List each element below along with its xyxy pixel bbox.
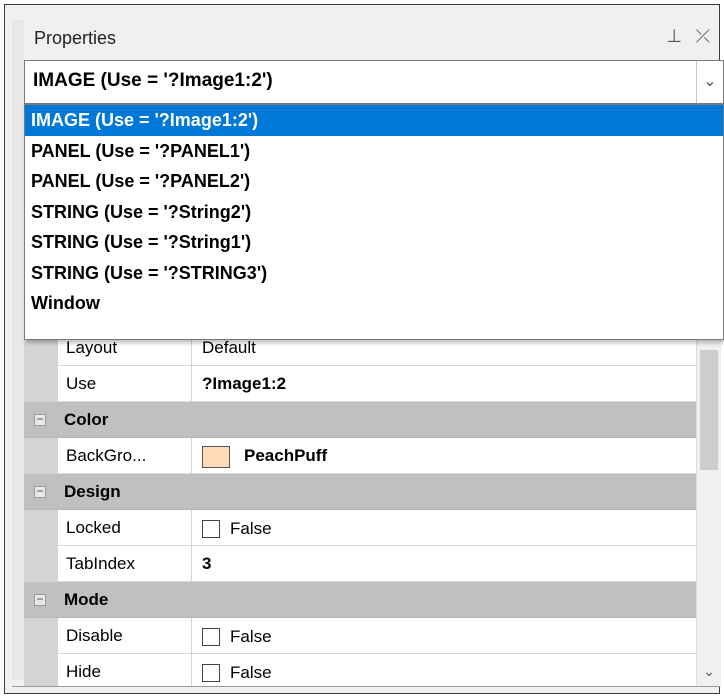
category-row-mode[interactable]: − Mode xyxy=(24,582,696,618)
category-label: Mode xyxy=(64,590,109,609)
property-value[interactable]: ?Image1:2 xyxy=(192,366,696,402)
property-name: Disable xyxy=(58,618,192,654)
property-value[interactable]: PeachPuff xyxy=(192,438,696,474)
row-gutter xyxy=(24,510,58,546)
property-name: Hide xyxy=(58,654,192,686)
row-gutter xyxy=(24,366,58,402)
color-value-label: PeachPuff xyxy=(244,446,328,465)
checkbox[interactable] xyxy=(202,519,220,538)
collapse-icon[interactable]: − xyxy=(34,413,46,426)
category-label: Color xyxy=(64,410,109,429)
row-gutter xyxy=(24,654,58,686)
property-name: Locked xyxy=(58,510,192,546)
scrollbar-thumb[interactable] xyxy=(700,350,718,470)
category-row-design[interactable]: − Design xyxy=(24,474,696,510)
dropdown-option[interactable]: STRING (Use = '?String2') xyxy=(25,197,723,228)
checkbox-value-label: False xyxy=(230,519,272,539)
object-selector-dropdown: IMAGE (Use = '?Image1:2') PANEL (Use = '?… xyxy=(24,104,724,340)
property-value[interactable]: 3 xyxy=(192,546,696,582)
property-name: Use xyxy=(58,366,192,402)
dropdown-option[interactable]: STRING (Use = '?STRING3') xyxy=(25,258,723,289)
bottom-border xyxy=(12,686,720,687)
property-grid: Layout Default Use ?Image1:2− Color BackGro..… xyxy=(24,330,696,686)
collapse-icon[interactable]: − xyxy=(34,593,46,606)
row-gutter xyxy=(24,618,58,654)
checkbox[interactable] xyxy=(202,627,220,646)
property-row[interactable]: Locked False xyxy=(24,510,696,546)
checkbox[interactable] xyxy=(202,663,220,682)
dropdown-option[interactable]: STRING (Use = '?String1') xyxy=(25,227,723,258)
property-row[interactable]: Disable False xyxy=(24,618,696,654)
dropdown-option[interactable]: Window xyxy=(25,288,723,319)
category-row-color[interactable]: − Color xyxy=(24,402,696,438)
property-row[interactable]: Use ?Image1:2 xyxy=(24,366,696,402)
category-label: Design xyxy=(64,482,121,501)
property-row[interactable]: BackGro... PeachPuff xyxy=(24,438,696,474)
properties-title-bar: Properties ⊥ ⤫ xyxy=(24,20,718,60)
chevron-down-icon[interactable]: ⌄ xyxy=(696,61,723,103)
property-value[interactable]: False xyxy=(192,618,696,654)
object-selector-value: IMAGE (Use = '?Image1:2') xyxy=(33,70,273,91)
color-swatch xyxy=(202,445,230,468)
property-grid-scrollbar[interactable]: ⌄ xyxy=(696,330,721,686)
property-name: BackGro... xyxy=(58,438,192,474)
row-gutter xyxy=(24,546,58,582)
pin-icon[interactable]: ⊥ xyxy=(666,26,682,47)
dropdown-option[interactable]: IMAGE (Use = '?Image1:2') xyxy=(25,105,723,136)
dropdown-option[interactable]: PANEL (Use = '?PANEL2') xyxy=(25,166,723,197)
collapse-icon[interactable]: − xyxy=(34,485,46,498)
dropdown-option[interactable]: PANEL (Use = '?PANEL1') xyxy=(25,136,723,167)
property-row[interactable]: Hide False xyxy=(24,654,696,686)
panel-title: Properties xyxy=(34,28,117,48)
object-selector-combo[interactable]: IMAGE (Use = '?Image1:2') ⌄ xyxy=(24,60,724,104)
checkbox-value-label: False xyxy=(230,627,272,647)
checkbox-value-label: False xyxy=(230,663,272,683)
property-value[interactable]: False xyxy=(192,654,696,686)
row-gutter xyxy=(24,438,58,474)
scroll-down-icon[interactable]: ⌄ xyxy=(697,663,721,680)
property-value[interactable]: False xyxy=(192,510,696,546)
close-icon[interactable]: ⤫ xyxy=(696,26,710,47)
property-name: TabIndex xyxy=(58,546,192,582)
property-row[interactable]: TabIndex 3 xyxy=(24,546,696,582)
